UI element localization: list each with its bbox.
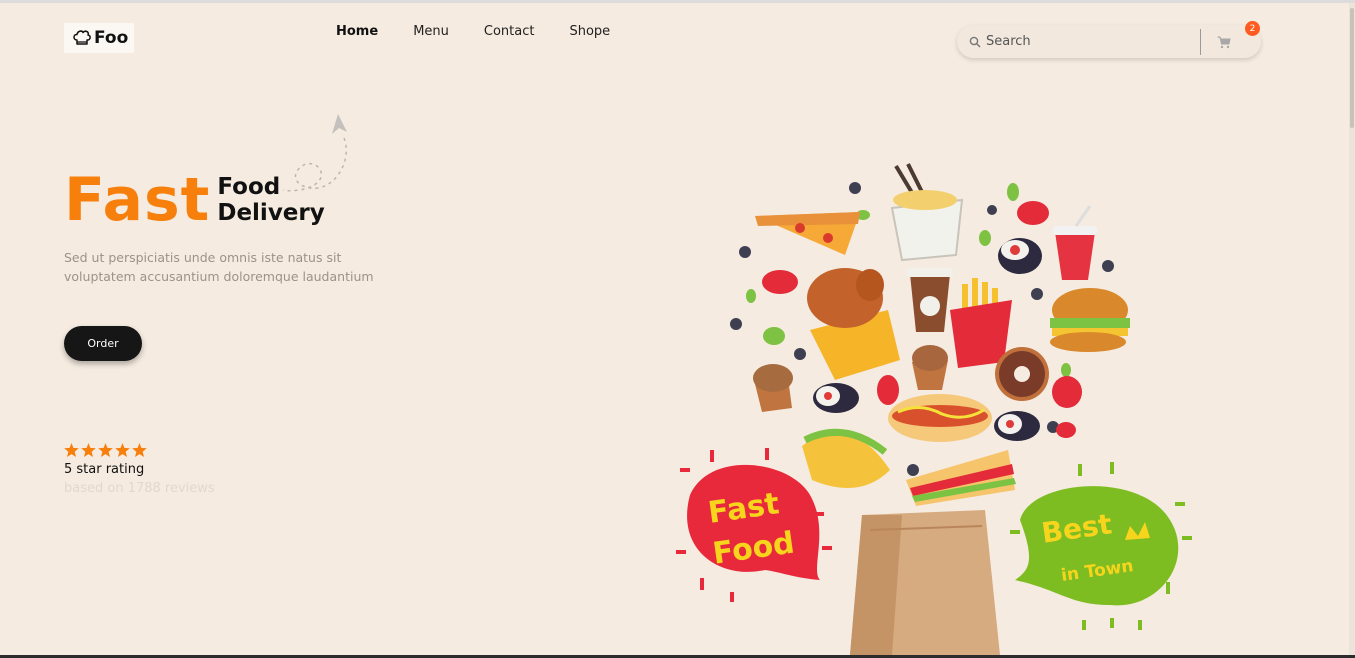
hero-title: Fast Food Delivery xyxy=(64,165,325,235)
nav-shope[interactable]: Shope xyxy=(569,24,610,39)
search-icon xyxy=(969,36,981,48)
nav-home[interactable]: Home xyxy=(336,24,378,39)
star-icon xyxy=(132,443,147,457)
nav-menu[interactable]: Menu xyxy=(413,24,449,39)
main-nav: Home Menu Contact Shope xyxy=(336,24,610,39)
chef-hat-icon xyxy=(73,30,91,45)
hero-description: Sed ut perspiciatis unde omnis iste natu… xyxy=(64,250,374,284)
window-top-border xyxy=(0,0,1355,3)
hero-title-delivery: Delivery xyxy=(217,200,325,226)
search-bar xyxy=(957,25,1261,58)
scrollbar-thumb[interactable] xyxy=(1350,8,1354,128)
logo[interactable]: Foo xyxy=(64,23,135,53)
order-button[interactable]: Order xyxy=(64,326,142,361)
cart-count-badge: 2 xyxy=(1245,21,1260,36)
hero-title-fast: Fast xyxy=(64,165,211,235)
rating-reviews-count: based on 1788 reviews xyxy=(64,481,215,496)
hero-title-food: Food xyxy=(217,174,281,200)
cart-icon xyxy=(1217,36,1231,48)
search-input[interactable] xyxy=(986,34,1196,49)
star-icon xyxy=(64,443,79,457)
star-icon xyxy=(115,443,130,457)
search-divider xyxy=(1200,28,1201,55)
scrollbar[interactable] xyxy=(1349,3,1355,658)
star-icon xyxy=(81,443,96,457)
star-rating xyxy=(64,443,147,457)
cart-button[interactable] xyxy=(1217,34,1233,50)
star-icon xyxy=(98,443,113,457)
logo-text: Foo xyxy=(94,28,129,48)
fast-food-illustration: Fast Food Best in Town xyxy=(676,163,1192,655)
rating-label: 5 star rating xyxy=(64,462,145,477)
nav-contact[interactable]: Contact xyxy=(484,24,535,39)
hero-title-secondary: Food Delivery xyxy=(217,174,324,226)
